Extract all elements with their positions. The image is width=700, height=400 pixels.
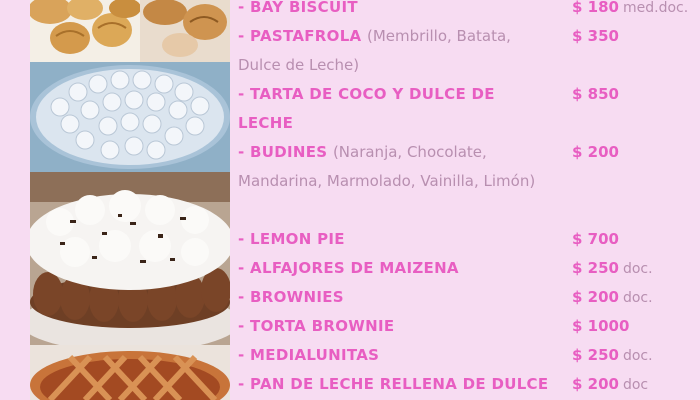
price-value: $ 250	[572, 259, 619, 277]
item-name-text: - MEDIALUNITAS	[238, 346, 380, 364]
meringue-pie-photo	[30, 62, 230, 172]
menu-item-medialunitas: - MEDIALUNITAS $ 250 doc.	[238, 341, 698, 370]
item-name-text: - LEMON PIE	[238, 230, 345, 248]
item-name-text: - BROWNIES	[238, 288, 344, 306]
item-name-text: - PAN DE LECHE RELLENA DE DULCE	[238, 375, 549, 393]
menu-item-brownies: - BROWNIES $ 200 doc.	[238, 283, 698, 312]
item-name: - BROWNIES	[238, 283, 538, 312]
menu-item-tarta-coco: - TARTA DE COCO Y DULCE DE LECHE $ 850	[238, 80, 698, 138]
item-name: - BUDINES (Naranja, Chocolate, Mandarina…	[238, 138, 538, 196]
price-value: $ 200	[572, 375, 619, 393]
item-price: $ 700	[572, 225, 619, 254]
price-value: $ 350	[572, 27, 619, 45]
item-price: $ 180 med.doc.	[572, 0, 688, 23]
item-name: - TARTA DE COCO Y DULCE DE LECHE	[238, 80, 538, 138]
item-price: $ 200 doc.	[572, 283, 653, 313]
price-value: $ 700	[572, 230, 619, 248]
price-value: $ 200	[572, 143, 619, 161]
item-name-text: - BAY BISCUIT	[238, 0, 358, 16]
menu-item-pan-de-leche: - PAN DE LECHE RELLENA DE DULCE $ 200 doc	[238, 370, 698, 399]
photo-column	[30, 0, 230, 400]
item-name-text: - TARTA DE COCO Y DULCE DE LECHE	[238, 85, 495, 132]
item-price: $ 850	[572, 80, 619, 109]
item-name-text: - PASTAFROLA	[238, 27, 362, 45]
item-price: $ 200	[572, 138, 619, 167]
price-list: - BAY BISCUIT $ 180 med.doc. - PASTAFROLA…	[238, 0, 700, 400]
price-unit: med.doc.	[622, 0, 689, 16]
item-price: $ 1000	[572, 312, 629, 341]
item-name: - LEMON PIE	[238, 225, 538, 254]
item-price: $ 350	[572, 22, 619, 51]
item-name-text: - BUDINES	[238, 143, 328, 161]
item-name: - MEDIALUNITAS	[238, 341, 538, 370]
menu-item-bay-biscuit: - BAY BISCUIT $ 180 med.doc.	[238, 0, 698, 22]
menu-item-alfajores: - ALFAJORES DE MAIZENA $ 250 doc.	[238, 254, 698, 283]
item-price: $ 200 doc	[572, 370, 648, 400]
item-name: - PASTAFROLA (Membrillo, Batata, Dulce d…	[238, 22, 538, 80]
price-unit: doc.	[622, 261, 653, 277]
price-value: $ 200	[572, 288, 619, 306]
croissants-photo	[30, 0, 230, 62]
price-unit: doc	[622, 377, 649, 393]
price-unit: doc.	[622, 290, 653, 306]
item-name: - TORTA BROWNIE	[238, 312, 538, 341]
chocolate-cream-cake-photo	[30, 172, 230, 345]
item-name: - PAN DE LECHE RELLENA DE DULCE	[238, 370, 558, 399]
item-name-text: - TORTA BROWNIE	[238, 317, 395, 335]
price-unit: doc.	[622, 348, 653, 364]
price-value: $ 250	[572, 346, 619, 364]
menu-item-budines: - BUDINES (Naranja, Chocolate, Mandarina…	[238, 138, 698, 225]
item-name: - BAY BISCUIT	[238, 0, 538, 22]
menu-item-pastafrola: - PASTAFROLA (Membrillo, Batata, Dulce d…	[238, 22, 698, 80]
price-value: $ 850	[572, 85, 619, 103]
menu-item-torta-brownie: - TORTA BROWNIE $ 1000	[238, 312, 698, 341]
item-name: - ALFAJORES DE MAIZENA	[238, 254, 538, 283]
price-value: $ 180	[572, 0, 619, 16]
item-name-text: - ALFAJORES DE MAIZENA	[238, 259, 459, 277]
pastafrola-photo	[30, 345, 230, 400]
item-price: $ 250 doc.	[572, 341, 653, 371]
item-price: $ 250 doc.	[572, 254, 653, 284]
price-value: $ 1000	[572, 317, 630, 335]
menu-item-lemon-pie: - LEMON PIE $ 700	[238, 225, 698, 254]
